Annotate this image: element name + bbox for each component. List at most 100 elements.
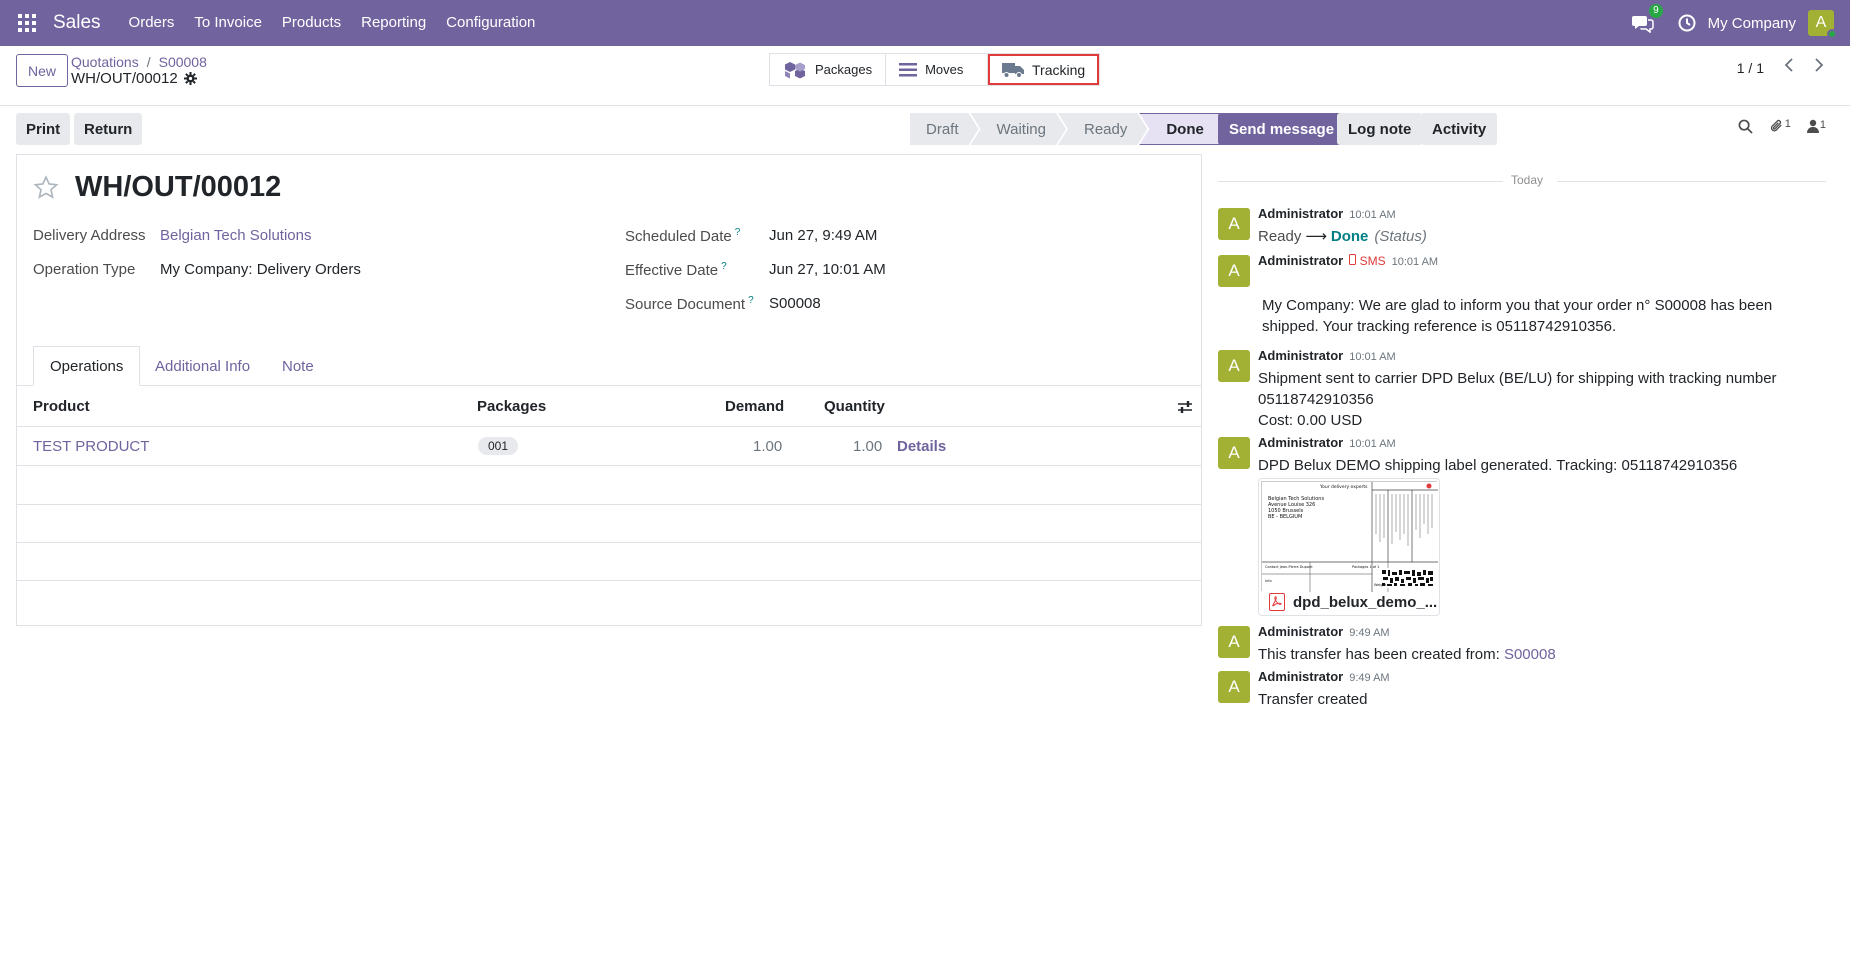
message-author[interactable]: Administrator — [1258, 669, 1343, 684]
apps-grid-icon[interactable] — [18, 14, 36, 32]
effective-date-help[interactable]: ? — [721, 261, 727, 272]
author-avatar[interactable]: A — [1218, 626, 1250, 658]
message-time: 10:01 AM — [1349, 438, 1396, 450]
message-author[interactable]: Administrator — [1258, 624, 1343, 639]
send-message-button[interactable]: Send message — [1218, 113, 1346, 145]
tab-additional-info[interactable]: Additional Info — [139, 346, 266, 386]
chat-badge: 9 — [1649, 4, 1663, 18]
tracking-smart-button[interactable]: Tracking — [988, 54, 1100, 85]
message-author[interactable]: Administrator — [1258, 435, 1343, 450]
stage-done[interactable]: Done — [1139, 113, 1221, 145]
company-switcher[interactable]: My Company — [1708, 15, 1796, 32]
list-bars-icon — [899, 62, 918, 76]
attachment-name[interactable]: dpd_belux_demo_... — [1269, 593, 1437, 611]
tracking-old-value: Ready — [1258, 228, 1302, 245]
col-quantity[interactable]: Quantity — [824, 398, 885, 415]
author-avatar[interactable]: A — [1218, 671, 1250, 703]
attachments-button[interactable]: 1 — [1769, 118, 1791, 134]
tracking-new-value: Done — [1330, 228, 1369, 245]
new-button[interactable]: New — [16, 54, 69, 87]
label-address-line: BE - BELGIUM — [1268, 514, 1302, 520]
control-panel: New Quotations / S00008 WH/OUT/00012 Pac… — [0, 46, 1850, 106]
tab-operations[interactable]: Operations — [33, 346, 141, 386]
message-author[interactable]: Administrator — [1258, 348, 1343, 363]
app-name[interactable]: Sales — [53, 12, 101, 34]
packages-smart-button[interactable]: Packages — [770, 54, 887, 85]
source-document-value[interactable]: S00008 — [769, 295, 821, 312]
message-header: Administrator 10:01 AM — [1258, 206, 1396, 221]
breadcrumb-order[interactable]: S00008 — [159, 54, 207, 70]
stage-ready[interactable]: Ready — [1058, 113, 1147, 145]
attachment-card[interactable]: Your delivery experts Belgian Tech Solut… — [1258, 478, 1440, 616]
activity-button[interactable]: Activity — [1421, 113, 1498, 145]
col-product[interactable]: Product — [33, 398, 90, 415]
message-time: 10:01 AM — [1391, 256, 1439, 268]
menu-orders[interactable]: Orders — [119, 0, 185, 46]
message-body: Shipment sent to carrier DPD Belux (BE/L… — [1258, 368, 1818, 431]
menu-configuration[interactable]: Configuration — [436, 0, 545, 46]
user-avatar[interactable]: A — [1808, 10, 1837, 39]
followers-button[interactable]: 1 — [1806, 119, 1826, 133]
line-quantity[interactable]: 1.00 — [853, 438, 882, 455]
shipping-label-thumbnail[interactable]: Your delivery experts Belgian Tech Solut… — [1261, 481, 1438, 592]
star-icon[interactable] — [33, 175, 59, 201]
author-avatar[interactable]: A — [1218, 437, 1250, 469]
log-note-button[interactable]: Log note — [1337, 113, 1423, 145]
scheduled-date-value: Jun 27, 9:49 AM — [769, 227, 878, 244]
pager-next-icon[interactable] — [1814, 58, 1824, 77]
author-avatar[interactable]: A — [1218, 255, 1250, 287]
chatter-message: A Administrator 10:01 AM Ready ⟶ Done (Stat… — [1218, 206, 1828, 247]
stage-draft[interactable]: Draft — [910, 113, 979, 145]
return-button[interactable]: Return — [74, 113, 143, 145]
gear-icon[interactable] — [183, 72, 197, 85]
menu-reporting[interactable]: Reporting — [351, 0, 436, 46]
operations-table-header: Product Packages Demand Quantity — [17, 387, 1201, 427]
stage-waiting[interactable]: Waiting — [971, 113, 1066, 145]
moves-smart-button[interactable]: Moves — [886, 54, 989, 85]
message-body: My Company: We are glad to inform you th… — [1262, 297, 1773, 335]
message-time: 10:01 AM — [1349, 351, 1396, 363]
chat-bubbles-icon[interactable]: 9 — [1631, 4, 1663, 34]
search-icon[interactable] — [1738, 119, 1753, 134]
cubes-icon — [785, 61, 805, 78]
origin-link[interactable]: S00008 — [1504, 646, 1556, 663]
line-demand: 1.00 — [753, 438, 783, 455]
message-author[interactable]: Administrator — [1258, 206, 1343, 221]
optional-columns-icon[interactable] — [1177, 399, 1193, 415]
message-author[interactable]: Administrator — [1258, 253, 1343, 268]
message-time: 9:49 AM — [1349, 672, 1390, 684]
author-avatar[interactable]: A — [1218, 350, 1250, 382]
author-avatar[interactable]: A — [1218, 208, 1250, 240]
operation-type-value[interactable]: My Company: Delivery Orders — [160, 261, 361, 278]
label-info: Info — [1265, 579, 1272, 583]
message-body: Transfer created — [1258, 691, 1368, 708]
effective-date-value: Jun 27, 10:01 AM — [769, 261, 886, 278]
truck-icon — [1002, 62, 1024, 78]
delivery-address-value[interactable]: Belgian Tech Solutions — [160, 227, 312, 244]
pager-previous-icon[interactable] — [1784, 58, 1794, 77]
print-button[interactable]: Print — [16, 113, 71, 145]
sms-label: SMS — [1359, 254, 1386, 268]
attachment-filename: dpd_belux_demo_... — [1293, 593, 1438, 611]
menu-products[interactable]: Products — [272, 0, 351, 46]
message-body: Ready ⟶ Done (Status) — [1258, 226, 1818, 247]
menu-to-invoice[interactable]: To Invoice — [184, 0, 272, 46]
chatter-tools: 1 1 — [1738, 118, 1826, 134]
col-demand[interactable]: Demand — [725, 398, 784, 415]
table-row[interactable]: TEST PRODUCT 001 1.00 1.00 Details — [17, 428, 1201, 466]
sms-indicator[interactable]: SMS — [1349, 254, 1386, 268]
tracking-field-name: (Status) — [1374, 228, 1427, 245]
pager-value[interactable]: 1 / 1 — [1737, 60, 1764, 76]
clock-icon[interactable] — [1678, 14, 1696, 32]
scheduled-date-help[interactable]: ? — [735, 227, 741, 238]
packages-label: Packages — [815, 62, 873, 77]
online-status-dot — [1827, 29, 1837, 39]
operation-type-label: Operation Type — [33, 261, 136, 278]
col-packages[interactable]: Packages — [477, 398, 546, 415]
tab-note[interactable]: Note — [266, 346, 330, 386]
source-document-help[interactable]: ? — [748, 295, 754, 306]
line-product[interactable]: TEST PRODUCT — [33, 438, 149, 455]
message-line: Cost: 0.00 USD — [1258, 412, 1363, 429]
line-details-button[interactable]: Details — [897, 438, 946, 455]
breadcrumb-quotations[interactable]: Quotations — [71, 54, 139, 70]
